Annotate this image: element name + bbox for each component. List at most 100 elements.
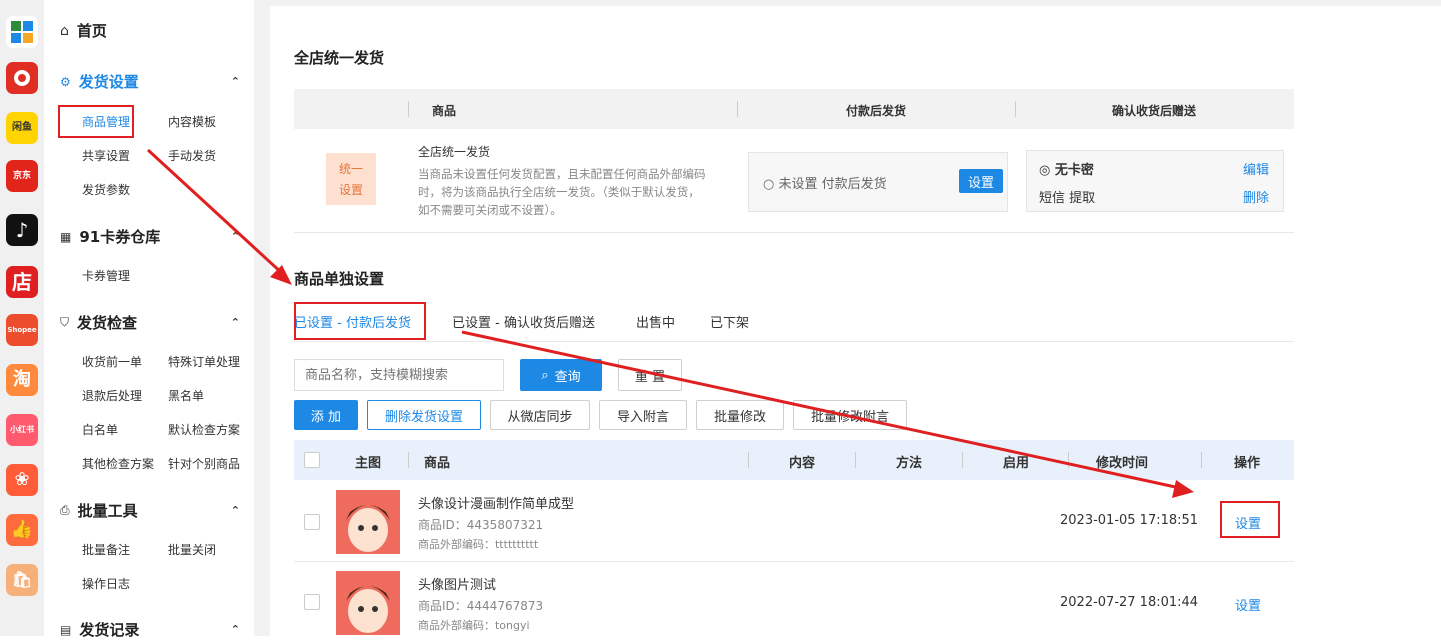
- xianyu-icon[interactable]: 闲鱼: [6, 112, 38, 144]
- sidebar-group-check[interactable]: ⛉ 发货检查 ⌃: [60, 312, 240, 333]
- pay-card: ○ 未设置 付款后发货 设置: [748, 152, 1008, 212]
- row-checkbox[interactable]: [304, 514, 320, 530]
- product-thumb: [336, 490, 400, 554]
- pdd-icon[interactable]: [6, 62, 38, 94]
- annotation-box-tab: [294, 302, 426, 340]
- store-icon[interactable]: 🛍: [6, 564, 38, 596]
- sidebar-item-check6[interactable]: 默认检查方案: [168, 421, 240, 438]
- sidebar-home[interactable]: ⌂ 首页: [60, 20, 107, 41]
- gift-sub: 短信 提取: [1039, 191, 1096, 206]
- top-strip: [270, 0, 1441, 6]
- radio-icon: ○: [763, 177, 775, 192]
- modified-time: 2022-07-27 18:01:44: [1060, 595, 1199, 610]
- global-title: 全店统一发货: [294, 49, 385, 67]
- sidebar-item-check2[interactable]: 特殊订单处理: [168, 353, 240, 370]
- sidebar-item-share[interactable]: 共享设置: [82, 147, 130, 164]
- shield-icon: ⛉: [60, 315, 70, 329]
- sidebar-gutter: [254, 0, 270, 636]
- app-rail: 闲鱼 京东 ♪ 店 Shopee 淘 小红书 ❀ 👍 🛍: [0, 0, 44, 636]
- row-checkbox[interactable]: [304, 594, 320, 610]
- printer-icon: ⎙: [60, 503, 70, 517]
- global-header: 商品 付款后发货 确认收货后赠送: [294, 89, 1294, 129]
- tab-onsale[interactable]: 出售中: [636, 312, 675, 331]
- shopee-icon[interactable]: Shopee: [6, 314, 38, 346]
- sidebar-item-batch2[interactable]: 批量关闭: [168, 541, 216, 558]
- chevron-up-icon: ⌃: [230, 316, 240, 329]
- sidebar-group-records[interactable]: ▤ 发货记录 ⌃: [60, 619, 240, 640]
- sidebar-item-template[interactable]: 内容模板: [168, 113, 216, 130]
- sidebar-item-goods[interactable]: 商品管理: [82, 113, 130, 130]
- qr-icon: ▦: [60, 229, 72, 244]
- unified-badge: 统一 设置: [326, 153, 376, 205]
- taobao-icon[interactable]: 淘: [6, 364, 38, 396]
- sidebar-item-manual[interactable]: 手动发货: [168, 147, 216, 164]
- global-desc: 当商品未设置任何发货配置，且未配置任何商品外部编码 时，将为该商品执行全店统一发货…: [418, 167, 706, 217]
- sidebar-item-batch1[interactable]: 批量备注: [82, 541, 130, 558]
- product-name: 头像图片测试: [418, 578, 497, 593]
- gear-icon: ⚙: [60, 74, 71, 89]
- check-circle-icon: ◎: [1039, 163, 1051, 178]
- sidebar-item-cards[interactable]: 卡券管理: [82, 267, 130, 284]
- batch-edit-button[interactable]: 批量修改: [696, 400, 784, 430]
- add-button[interactable]: 添 加: [294, 400, 358, 430]
- sidebar-group-batch[interactable]: ⎙ 批量工具 ⌃: [60, 500, 240, 521]
- search-input[interactable]: [294, 359, 504, 391]
- delete-link[interactable]: 删除: [1243, 187, 1269, 206]
- document-icon: ▤: [60, 622, 72, 637]
- chevron-up-icon: ⌃: [230, 230, 240, 243]
- search-button[interactable]: ⌕ 查询: [520, 359, 602, 391]
- batch-edit-note-button[interactable]: 批量修改附言: [793, 400, 907, 430]
- home-icon: ⌂: [60, 22, 69, 39]
- sidebar-item-check7[interactable]: 其他检查方案: [82, 455, 154, 472]
- product-id: 商品ID：4444767873: [418, 599, 544, 613]
- modified-time: 2023-01-05 17:18:51: [1060, 513, 1199, 528]
- import-button[interactable]: 导入附言: [599, 400, 687, 430]
- douyin-icon[interactable]: ♪: [6, 214, 38, 246]
- edit-link[interactable]: 编辑: [1243, 159, 1269, 178]
- jd-icon[interactable]: 京东: [6, 160, 38, 192]
- like-icon[interactable]: 👍: [6, 514, 38, 546]
- table-row: 头像图片测试 商品ID：4444767873 商品外部编码：tongyi 202…: [294, 562, 1294, 644]
- sidebar-group-card[interactable]: ▦ 91卡券仓库 ⌃: [60, 226, 240, 247]
- delete-setting-button[interactable]: 删除发货设置: [367, 400, 481, 430]
- search-icon: ⌕: [541, 367, 549, 383]
- global-desc-title: 全店统一发货: [418, 145, 491, 159]
- product-thumb: [336, 571, 400, 635]
- tab-offshelf[interactable]: 已下架: [710, 312, 749, 331]
- gift-title: ◎ 无卡密: [1039, 163, 1094, 178]
- row-set-link[interactable]: 设置: [1235, 595, 1261, 614]
- sidebar-item-check3[interactable]: 退款后处理: [82, 387, 142, 404]
- sidebar-item-params[interactable]: 发货参数: [82, 181, 130, 198]
- product-code: 商品外部编码：tttttttttt: [418, 538, 539, 551]
- sidebar: ⌂ 首页 ⚙ 发货设置 ⌃ 商品管理 内容模板 共享设置 手动发货 发货参数 ▦…: [44, 0, 254, 639]
- table-row: 头像设计漫画制作简单成型 商品ID：4435807321 商品外部编码：tttt…: [294, 480, 1294, 562]
- tab-gift[interactable]: 已设置 - 确认收货后赠送: [452, 312, 595, 331]
- pay-set-button[interactable]: 设置: [959, 169, 1003, 193]
- gift-card: ◎ 无卡密 短信 提取 编辑 删除: [1026, 150, 1284, 212]
- sidebar-item-check1[interactable]: 收货前一单: [82, 353, 142, 370]
- xiaohongshu-icon[interactable]: 小红书: [6, 414, 38, 446]
- tab-divider: [294, 341, 1294, 342]
- pay-status: ○ 未设置 付款后发货: [763, 177, 887, 192]
- product-id: 商品ID：4435807321: [418, 518, 544, 532]
- sidebar-item-check8[interactable]: 针对个别商品: [168, 455, 240, 472]
- sync-button[interactable]: 从微店同步: [490, 400, 590, 430]
- row-set-link[interactable]: 设置: [1235, 513, 1261, 532]
- sidebar-item-log[interactable]: 操作日志: [82, 575, 130, 592]
- reset-button[interactable]: 重 置: [618, 359, 682, 391]
- select-all-checkbox[interactable]: [304, 452, 320, 468]
- kuaishou-icon[interactable]: ❀: [6, 464, 38, 496]
- product-code: 商品外部编码：tongyi: [418, 619, 530, 632]
- chevron-up-icon: ⌃: [230, 75, 240, 88]
- sidebar-item-check5[interactable]: 白名单: [82, 421, 118, 438]
- single-title: 商品单独设置: [294, 270, 385, 288]
- divider: [294, 232, 1294, 233]
- chevron-up-icon: ⌃: [230, 623, 240, 636]
- app-grid-icon[interactable]: [6, 16, 38, 48]
- dian-icon[interactable]: 店: [6, 266, 38, 298]
- chevron-up-icon: ⌃: [230, 504, 240, 517]
- sidebar-item-check4[interactable]: 黑名单: [168, 387, 204, 404]
- table-header: 主图 商品 内容 方法 启用 修改时间 操作: [294, 440, 1294, 480]
- product-name: 头像设计漫画制作简单成型: [418, 497, 575, 512]
- sidebar-group-shipping[interactable]: ⚙ 发货设置 ⌃: [60, 71, 240, 92]
